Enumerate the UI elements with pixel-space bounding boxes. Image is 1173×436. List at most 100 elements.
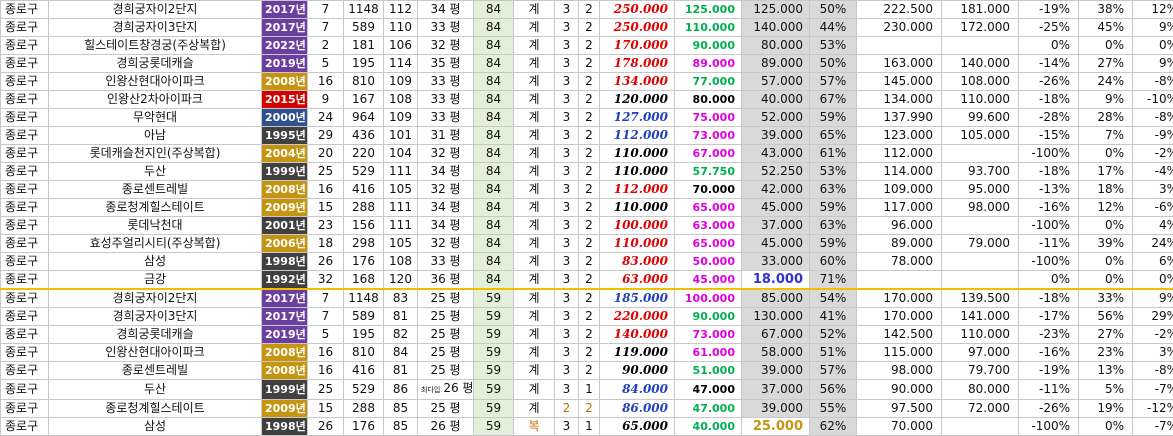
high-price-cell: 61.000 (675, 344, 742, 362)
table-row[interactable]: 종로구인왕산현대아이파크2008년168108425 평59계32119.000… (1, 344, 1173, 362)
households-cell: 195 (344, 55, 384, 73)
households-cell: 416 (344, 181, 384, 199)
table-row[interactable]: 종로구종로청계힐스테이트2009년152888525 평59계2286.0004… (1, 400, 1173, 418)
table-row[interactable]: 종로구아남1995년2943610131 평84계32112.00073.000… (1, 127, 1173, 145)
type-cell: 계 (514, 253, 555, 271)
area-class-cell: 84 (474, 37, 514, 55)
change-1-cell: -26% (1019, 73, 1079, 91)
table-row[interactable]: 종로구두산1999년2552986최다입26 평59계3184.00047.00… (1, 380, 1173, 400)
table-row[interactable]: 종로구종로센트레빌2008년1641610532 평84계32112.00070… (1, 181, 1173, 199)
baths-cell: 2 (579, 181, 600, 199)
apartment-name-cell: 종로청계힐스테이트 (49, 400, 262, 418)
build-year-cell: 2019년 (262, 55, 308, 73)
district-cell: 종로구 (1, 418, 49, 436)
change-3-cell: 9% (1133, 55, 1173, 73)
pyeong-cell: 32 평 (418, 181, 474, 199)
district-cell: 종로구 (1, 145, 49, 163)
baths-cell: 2 (579, 289, 600, 308)
baths-cell: 2 (579, 344, 600, 362)
build-year-cell: 2008년 (262, 181, 308, 199)
prev-price-1-cell: 170.000 (857, 289, 942, 308)
households-cell: 416 (344, 362, 384, 380)
rooms-cell: 3 (555, 91, 579, 109)
apartment-name-cell: 경희궁롯데캐슬 (49, 55, 262, 73)
low-price-cell: 39.000 (742, 362, 810, 380)
baths-cell: 2 (579, 253, 600, 271)
district-cell: 종로구 (1, 163, 49, 181)
households-cell: 288 (344, 199, 384, 217)
table-row[interactable]: 종로구종로청계힐스테이트2009년1528811134 평84계32110.00… (1, 199, 1173, 217)
apartment-price-table: 종로구경희궁자이2단지2017년7114811234 평84계32250.000… (0, 0, 1173, 436)
prev-price-2-cell: 80.000 (942, 380, 1019, 400)
baths-cell: 2 (579, 1, 600, 19)
price-cell: 170.000 (600, 37, 675, 55)
rooms-cell: 3 (555, 73, 579, 91)
low-price-cell: 25.000 (742, 418, 810, 436)
area-m2-cell: 81 (384, 362, 418, 380)
low-price-cell: 39.000 (742, 127, 810, 145)
table-row[interactable]: 종로구경희궁자이2단지2017년711488325 평59계32185.0001… (1, 289, 1173, 308)
ratio-cell: 55% (810, 400, 857, 418)
table-row[interactable]: 종로구경희궁자이2단지2017년7114811234 평84계32250.000… (1, 1, 1173, 19)
table-row[interactable]: 종로구인왕산현대아이파크2008년1681010933 평84계32134.00… (1, 73, 1173, 91)
table-row[interactable]: 종로구종로센트레빌2008년164168125 평59계3290.00051.0… (1, 362, 1173, 380)
pyeong-cell: 32 평 (418, 37, 474, 55)
change-1-cell: 0% (1019, 271, 1079, 290)
table-row[interactable]: 종로구경희궁롯데캐슬2019년51958225 평59계32140.00073.… (1, 326, 1173, 344)
table-row[interactable]: 종로구인왕산2차아이파크2015년916710833 평84계32120.000… (1, 91, 1173, 109)
rooms-cell: 3 (555, 109, 579, 127)
table-row[interactable]: 종로구롯데낙천대2001년2315611134 평84계32100.00063.… (1, 217, 1173, 235)
table-row[interactable]: 종로구힐스테이트창경궁(주상복합)2022년218110632 평84계3217… (1, 37, 1173, 55)
table-row[interactable]: 종로구경희궁롯데캐슬2019년519511435 평84계32178.00089… (1, 55, 1173, 73)
pyeong-cell: 33 평 (418, 253, 474, 271)
pyeong-cell: 32 평 (418, 145, 474, 163)
type-cell: 계 (514, 289, 555, 308)
table-row[interactable]: 종로구두산1999년2552911134 평84계32110.00057.750… (1, 163, 1173, 181)
build-year-cell: 2009년 (262, 199, 308, 217)
pyeong-value: 26 평 (443, 381, 473, 395)
low-price-cell: 58.000 (742, 344, 810, 362)
district-cell: 종로구 (1, 181, 49, 199)
price-cell: 119.000 (600, 344, 675, 362)
prev-price-2-cell: 79.700 (942, 362, 1019, 380)
prev-price-1-cell: 109.000 (857, 181, 942, 199)
low-price-cell: 43.000 (742, 145, 810, 163)
prev-price-1-cell: 114.000 (857, 163, 942, 181)
prev-price-1-cell: 123.000 (857, 127, 942, 145)
baths-cell: 2 (579, 362, 600, 380)
low-price-cell: 52.250 (742, 163, 810, 181)
low-price-cell: 39.000 (742, 400, 810, 418)
ratio-cell: 60% (810, 253, 857, 271)
table-row[interactable]: 종로구무악현대2000년2496410933 평84계32127.00075.0… (1, 109, 1173, 127)
baths-cell: 2 (579, 271, 600, 290)
build-year-cell: 2008년 (262, 344, 308, 362)
prev-price-2-cell: 95.000 (942, 181, 1019, 199)
age-cell: 5 (308, 326, 344, 344)
ratio-cell: 51% (810, 344, 857, 362)
table-row[interactable]: 종로구효성주얼리시티(주상복합)2006년1829810532 평84계3211… (1, 235, 1173, 253)
area-class-cell: 84 (474, 109, 514, 127)
area-class-cell: 84 (474, 91, 514, 109)
change-3-cell: -8% (1133, 109, 1173, 127)
change-3-cell: -7% (1133, 418, 1173, 436)
table-row[interactable]: 종로구금강1992년3216812036 평84계3263.00045.0001… (1, 271, 1173, 290)
price-cell: 84.000 (600, 380, 675, 400)
pyeong-cell: 32 평 (418, 235, 474, 253)
area-m2-cell: 111 (384, 163, 418, 181)
table-row[interactable]: 종로구삼성1998년261768526 평59복3165.00040.00025… (1, 418, 1173, 436)
high-price-cell: 57.750 (675, 163, 742, 181)
table-row[interactable]: 종로구삼성1998년2617610833 평84계3283.00050.0003… (1, 253, 1173, 271)
type-cell: 계 (514, 73, 555, 91)
table-row[interactable]: 종로구경희궁자이3단지2017년758911033 평84계32250.0001… (1, 19, 1173, 37)
note-tag: 최다입 (421, 386, 440, 394)
area-m2-cell: 85 (384, 418, 418, 436)
age-cell: 18 (308, 235, 344, 253)
table-row[interactable]: 종로구경희궁자이3단지2017년75898125 평59계32220.00090… (1, 308, 1173, 326)
build-year-cell: 1998년 (262, 253, 308, 271)
area-m2-cell: 110 (384, 19, 418, 37)
area-m2-cell: 104 (384, 145, 418, 163)
age-cell: 16 (308, 181, 344, 199)
apartment-name-cell: 금강 (49, 271, 262, 290)
price-cell: 250.000 (600, 19, 675, 37)
table-row[interactable]: 종로구롯데캐슬천지인(주상복합)2004년2022010432 평84계3211… (1, 145, 1173, 163)
